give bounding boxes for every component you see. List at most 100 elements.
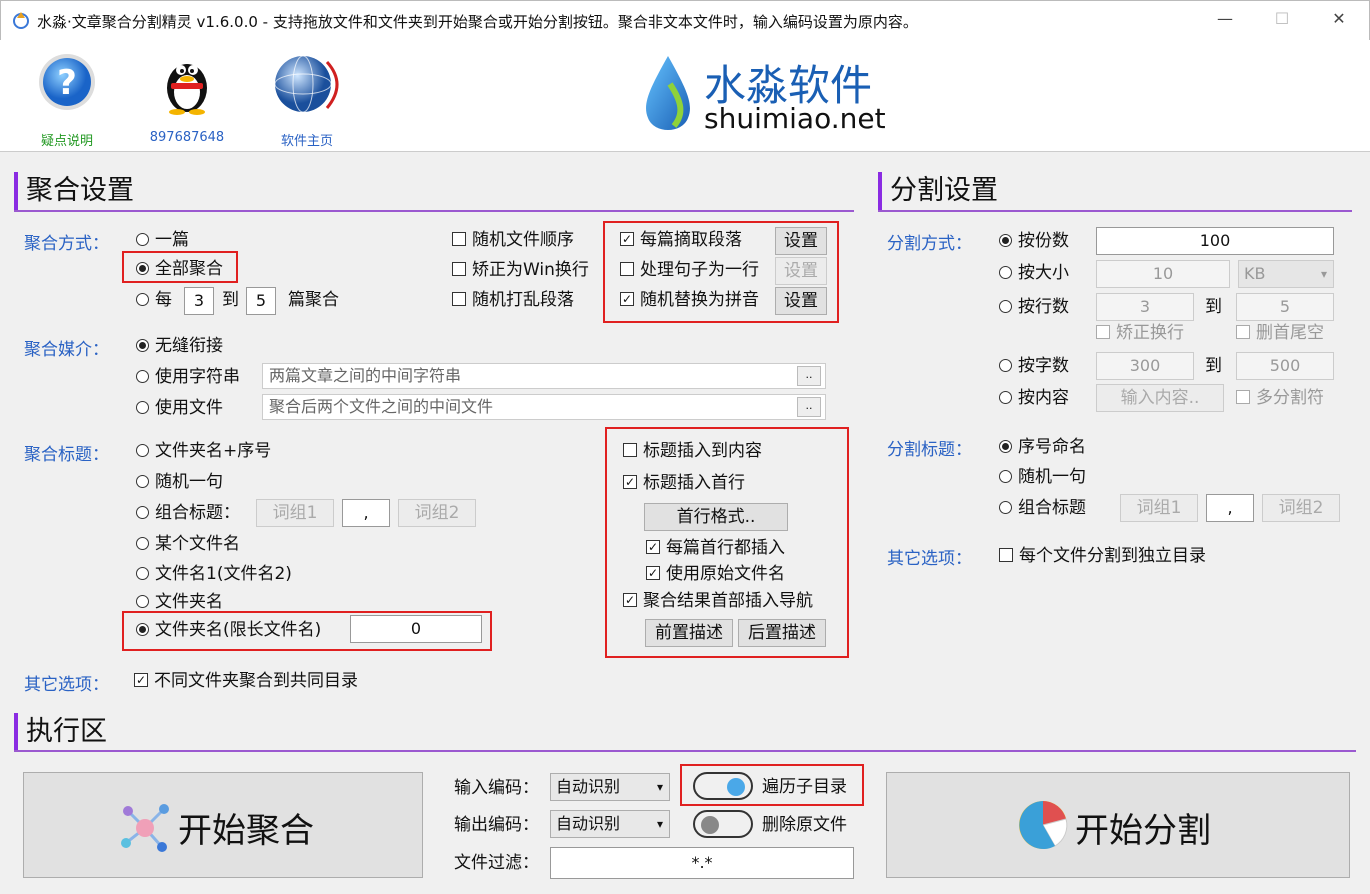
split-by-content-radio[interactable]: 按内容 xyxy=(999,387,1069,409)
each-first-insert-checkbox[interactable]: 每篇首行都插入 xyxy=(646,537,785,559)
insert-title-content-checkbox[interactable]: 标题插入到内容 xyxy=(623,440,762,462)
sentence-one-line-checkbox[interactable]: 处理句子为一行 xyxy=(620,259,759,281)
start-split-button[interactable]: 开始分割 xyxy=(886,772,1350,878)
title-folder-limited-radio[interactable]: 文件夹名(限长文件名) xyxy=(136,619,321,641)
file-filter-input[interactable]: *.* xyxy=(550,847,854,879)
extract-paragraph-checkbox[interactable]: 每篇摘取段落 xyxy=(620,229,742,251)
title-folder-seq-radio[interactable]: 文件夹名+序号 xyxy=(136,440,271,462)
split-by-count-radio[interactable]: 按份数 xyxy=(999,230,1069,252)
merge-word-group2-button[interactable]: 词组2 xyxy=(398,499,476,527)
help-link[interactable]: ? 疑点说明 xyxy=(12,48,122,149)
merge-mode-one-radio[interactable]: 一篇 xyxy=(136,229,189,251)
merge-each-suffix: 篇聚合 xyxy=(288,290,339,310)
title-bar: 水淼·文章聚合分割精灵 v1.6.0.0 - 支持拖放文件和文件夹到开始聚合或开… xyxy=(0,0,1370,40)
split-delete-blank-checkbox[interactable]: 删首尾空 xyxy=(1236,322,1324,344)
split-lines-to-word: 到 xyxy=(1205,297,1222,317)
split-lines-to-input[interactable]: 5 xyxy=(1236,293,1334,321)
app-icon xyxy=(13,12,29,29)
use-original-name-checkbox[interactable]: 使用原始文件名 xyxy=(646,563,785,585)
delete-source-label: 删除原文件 xyxy=(762,815,847,835)
split-fix-newline-checkbox[interactable]: 矫正换行 xyxy=(1096,322,1184,344)
traverse-subdir-toggle[interactable] xyxy=(693,772,753,800)
homepage-link[interactable]: 软件主页 xyxy=(252,48,362,149)
split-word-group1-button[interactable]: 词组1 xyxy=(1120,494,1198,522)
output-encoding-select[interactable]: 自动识别 ▾ xyxy=(550,810,670,838)
exec-section-title: 执行区 xyxy=(14,713,107,751)
medium-string-browse-button[interactable]: .. xyxy=(797,366,821,386)
minimize-button[interactable]: — xyxy=(1214,9,1236,31)
split-title-label: 分割标题： xyxy=(887,440,972,460)
maximize-button[interactable]: ☐ xyxy=(1271,9,1293,31)
common-dir-checkbox[interactable]: 不同文件夹聚合到共同目录 xyxy=(134,670,358,692)
split-mode-label: 分割方式： xyxy=(887,234,972,254)
title-folder-radio[interactable]: 文件夹名 xyxy=(136,591,223,613)
start-merge-label: 开始聚合 xyxy=(178,811,314,851)
merge-mode-all-radio[interactable]: 全部聚合 xyxy=(136,258,223,280)
random-file-order-checkbox[interactable]: 随机文件顺序 xyxy=(452,229,574,251)
merge-separator-input[interactable]: , xyxy=(342,499,390,527)
split-other-label: 其它选项： xyxy=(887,549,972,569)
traverse-subdir-label: 遍历子目录 xyxy=(762,777,847,797)
pre-description-button[interactable]: 前置描述 xyxy=(645,619,733,647)
split-title-combo-radio[interactable]: 组合标题 xyxy=(999,497,1086,519)
fix-win-newline-checkbox[interactable]: 矫正为Win换行 xyxy=(452,259,589,281)
merge-word-group1-button[interactable]: 词组1 xyxy=(256,499,334,527)
merge-each-from-input[interactable]: 3 xyxy=(184,287,214,315)
medium-string-radio[interactable]: 使用字符串 xyxy=(136,366,240,388)
split-word-group2-button[interactable]: 词组2 xyxy=(1262,494,1340,522)
split-title-seq-radio[interactable]: 序号命名 xyxy=(999,436,1086,458)
replace-pinyin-checkbox[interactable]: 随机替换为拼音 xyxy=(620,289,759,311)
split-lines-from-input[interactable]: 3 xyxy=(1096,293,1194,321)
insert-title-first-checkbox[interactable]: 标题插入首行 xyxy=(623,472,745,494)
medium-string-input[interactable]: 两篇文章之间的中间字符串 xyxy=(262,363,826,389)
merge-medium-label: 聚合媒介： xyxy=(24,340,109,360)
split-by-chars-radio[interactable]: 按字数 xyxy=(999,355,1069,377)
sentence-settings-button[interactable]: 设置 xyxy=(775,257,827,285)
medium-file-input[interactable]: 聚合后两个文件之间的中间文件 xyxy=(262,394,826,420)
close-button[interactable]: ✕ xyxy=(1328,9,1350,31)
input-encoding-select[interactable]: 自动识别 ▾ xyxy=(550,773,670,801)
split-separator-input[interactable]: , xyxy=(1206,494,1254,522)
split-by-lines-radio[interactable]: 按行数 xyxy=(999,296,1069,318)
split-title-random-radio[interactable]: 随机一句 xyxy=(999,466,1086,488)
exec-section-divider xyxy=(14,750,1356,752)
merge-mode-each-radio[interactable]: 每 xyxy=(136,289,172,311)
delete-source-toggle[interactable] xyxy=(693,810,753,838)
qq-label: 897687648 xyxy=(149,130,225,145)
shuffle-paragraphs-checkbox[interactable]: 随机打乱段落 xyxy=(452,289,574,311)
split-own-dir-checkbox[interactable]: 每个文件分割到独立目录 xyxy=(999,545,1206,567)
extract-paragraph-settings-button[interactable]: 设置 xyxy=(775,227,827,255)
split-section-title: 分割设置 xyxy=(878,172,998,210)
toggle-knob xyxy=(727,778,745,796)
title-some-file-radio[interactable]: 某个文件名 xyxy=(136,533,240,555)
title-limit-input[interactable]: 0 xyxy=(350,615,482,643)
qq-link[interactable]: 897687648 xyxy=(132,48,242,148)
post-description-button[interactable]: 后置描述 xyxy=(738,619,826,647)
merge-each-to-word: 到 xyxy=(222,290,239,310)
title-file1-file2-radio[interactable]: 文件名1(文件名2) xyxy=(136,563,292,585)
split-chars-to-input[interactable]: 500 xyxy=(1236,352,1334,380)
pinyin-settings-button[interactable]: 设置 xyxy=(775,287,827,315)
split-by-size-radio[interactable]: 按大小 xyxy=(999,262,1069,284)
chevron-down-icon: ▾ xyxy=(656,817,663,831)
split-size-unit-select[interactable]: KB ▾ xyxy=(1238,260,1334,288)
split-count-input[interactable]: 100 xyxy=(1096,227,1334,255)
title-random-radio[interactable]: 随机一句 xyxy=(136,471,223,493)
merge-section-divider xyxy=(14,210,854,212)
network-hub-icon xyxy=(121,804,169,852)
start-merge-button[interactable]: 开始聚合 xyxy=(23,772,423,878)
merge-section-title: 聚合设置 xyxy=(14,172,134,210)
merge-each-to-input[interactable]: 5 xyxy=(246,287,276,315)
split-size-input[interactable]: 10 xyxy=(1096,260,1230,288)
output-encoding-label: 输出编码： xyxy=(454,815,539,835)
insert-nav-checkbox[interactable]: 聚合结果首部插入导航 xyxy=(623,590,813,612)
title-combo-radio[interactable]: 组合标题： xyxy=(136,502,240,524)
split-chars-from-input[interactable]: 300 xyxy=(1096,352,1194,380)
first-line-format-button[interactable]: 首行格式.. xyxy=(644,503,788,531)
medium-file-radio[interactable]: 使用文件 xyxy=(136,397,223,419)
input-content-button[interactable]: 输入内容.. xyxy=(1096,384,1224,412)
medium-file-browse-button[interactable]: .. xyxy=(797,397,821,417)
medium-seamless-radio[interactable]: 无缝衔接 xyxy=(136,335,223,357)
multi-separator-checkbox[interactable]: 多分割符 xyxy=(1236,387,1324,409)
water-drop-icon xyxy=(646,56,690,130)
